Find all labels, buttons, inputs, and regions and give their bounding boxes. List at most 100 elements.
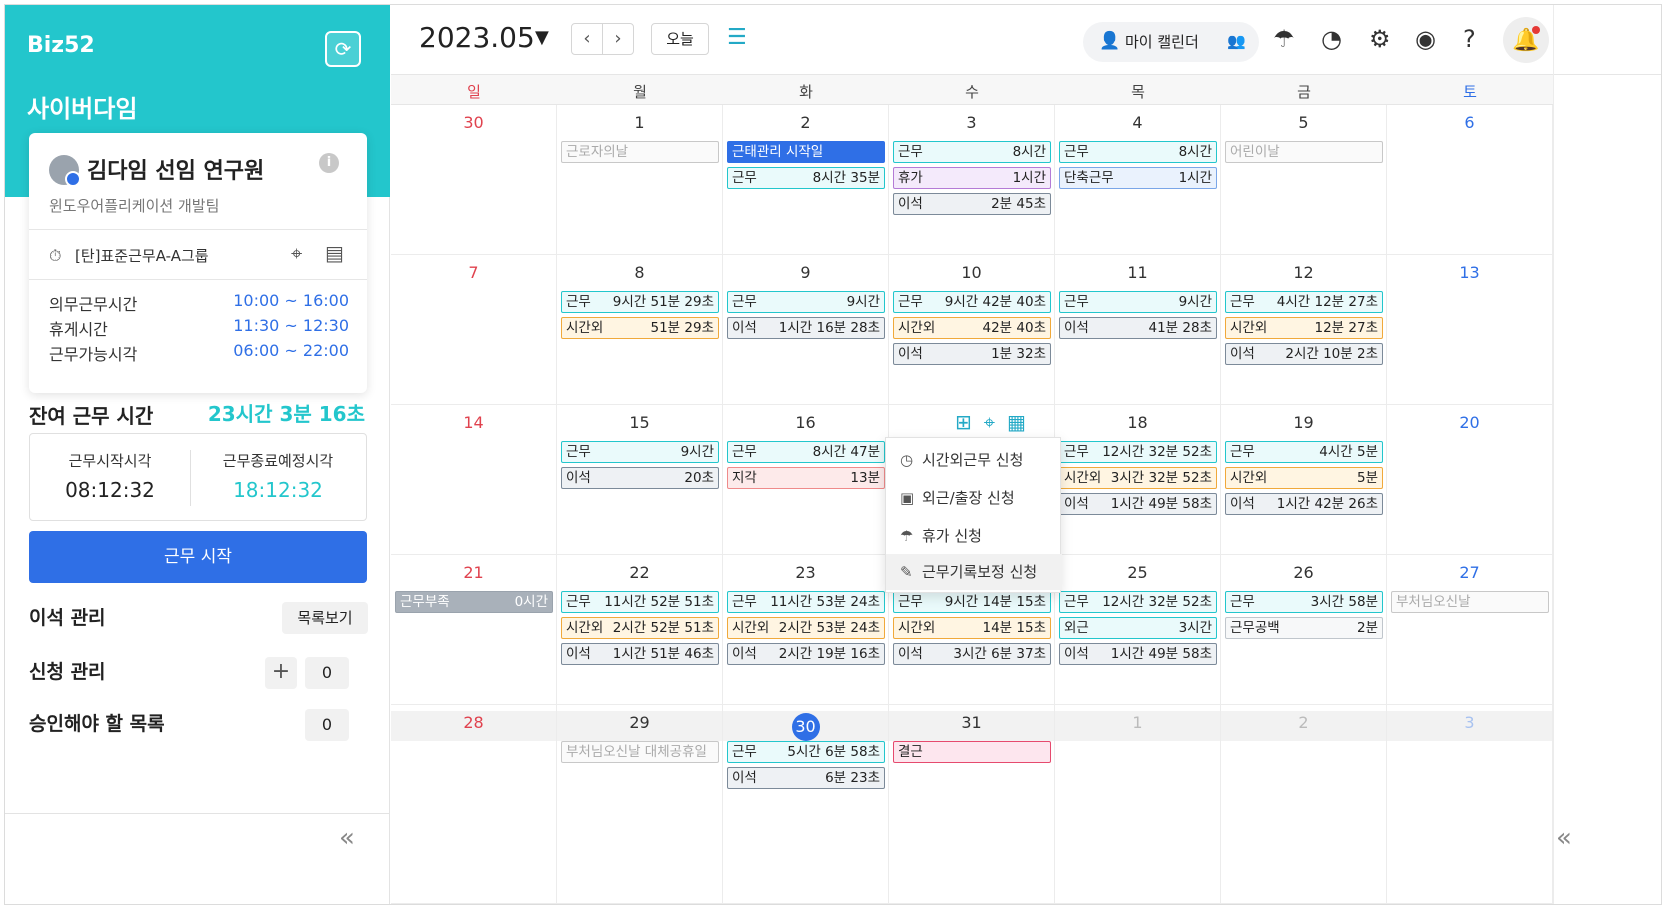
calendar-event[interactable]: 근무 9시간 51분 29초 [561,291,719,313]
calendar-event[interactable]: 시간외 2시간 53분 24초 [727,617,885,639]
calendar-event[interactable]: 이석 2시간 19분 16초 [727,643,885,665]
calendar-event[interactable]: 이석 2분 45초 [893,193,1051,215]
document-icon[interactable]: ▤ [325,241,344,265]
calendar-event[interactable]: 이석 2시간 10분 2초 [1225,343,1383,365]
calendar-event[interactable]: 어린이날 [1225,141,1383,163]
calendar-event[interactable]: 시간외 14분 15초 [893,617,1051,639]
list-view-button[interactable]: 목록보기 [282,602,368,634]
calendar-day-cell[interactable]: 22 근무 11시간 52분 51초 시간외 2시간 52분 51초 이석 1시간 51분 … [557,555,723,705]
users-icon[interactable]: 👥 [1227,32,1246,50]
calendar-event[interactable]: 근무 4시간 12분 27초 [1225,291,1383,313]
info-icon[interactable]: i [319,153,339,173]
calendar-event[interactable]: 근무 11시간 52분 51초 [561,591,719,613]
calendar-event[interactable]: 이석 1분 32초 [893,343,1051,365]
calendar-event[interactable]: 시간외 51분 29초 [561,317,719,339]
account-icon[interactable]: ◉ [1415,25,1436,53]
calendar-event[interactable]: 근무 4시간 5분 [1225,441,1383,463]
calendar-event[interactable]: 부처님오신날 [1391,591,1549,613]
calendar-event[interactable]: 근무 12시간 32분 52초 [1059,441,1217,463]
calendar-icon[interactable]: ▦ [1007,410,1026,434]
menu-item-outside-work[interactable]: ▣ 외근/출장 신청 [886,480,1062,516]
month-title[interactable]: 2023.05 [419,21,535,54]
calendar-day-cell[interactable]: 31 결근 [889,705,1055,904]
calendar-event[interactable]: 이석 1시간 49분 58초 [1059,643,1217,665]
calendar-event[interactable]: 시간외 2시간 52분 51초 [561,617,719,639]
calendar-day-cell[interactable]: 25 근무 12시간 32분 52초 외근 3시간 이석 1시간 49분 58초 [1055,555,1221,705]
calendar-day-cell[interactable]: 1 [1055,705,1221,904]
calendar-event[interactable]: 근무 9시간 [1059,291,1217,313]
calendar-event[interactable]: 이석 1시간 42분 26초 [1225,493,1383,515]
calendar-event[interactable]: 근무 9시간 [727,291,885,313]
calendar-event[interactable]: 근무공백 2분 [1225,617,1383,639]
calendar-day-cell[interactable]: 19 근무 4시간 5분 시간외 5분 이석 1시간 42분 26초 [1221,405,1387,555]
calendar-day-cell[interactable]: 26 근무 3시간 58분 근무공백 2분 [1221,555,1387,705]
calendar-event[interactable]: 시간외 12분 27초 [1225,317,1383,339]
calendar-day-cell[interactable]: 8 근무 9시간 51분 29초 시간외 51분 29초 [557,255,723,405]
refresh-button[interactable]: ⟳ [325,31,361,67]
calendar-day-cell[interactable]: 14 [391,405,557,555]
calendar-event[interactable]: 근무 8시간 [893,141,1051,163]
calendar-day-cell[interactable]: 3 [1387,705,1553,904]
calendar-event[interactable]: 이석 41분 28초 [1059,317,1217,339]
pie-chart-icon[interactable]: ◔ [1321,25,1342,53]
calendar-event[interactable]: 지각 13분 [727,467,885,489]
calendar-day-cell[interactable]: 20 [1387,405,1553,555]
calendar-event[interactable]: 근무 8시간 35분 [727,167,885,189]
location-person-icon[interactable]: ⌖ [984,410,995,434]
calendar-event[interactable]: 이석 20초 [561,467,719,489]
calendar-day-cell[interactable]: 11 근무 9시간 이석 41분 28초 [1055,255,1221,405]
add-request-button[interactable]: + [265,657,297,689]
calendar-event[interactable]: 근무 8시간 47분 [727,441,885,463]
calendar-day-cell[interactable]: 1 근로자의날 [557,105,723,255]
calendar-event[interactable]: 근무부족 0시간 [395,591,553,613]
calendar-day-cell[interactable]: 16 근무 8시간 47분 지각 13분 [723,405,889,555]
calendar-day-cell[interactable]: 30 [391,105,557,255]
calendar-event[interactable]: 단축근무 1시간 [1059,167,1217,189]
calendar-day-cell[interactable]: 18 근무 12시간 32분 52초 시간외 3시간 32분 52초 이석 1시간 49분 … [1055,405,1221,555]
calendar-day-cell[interactable]: 5 어린이날 [1221,105,1387,255]
calendar-event[interactable]: 이석 6분 23초 [727,767,885,789]
collapse-right-panel-icon[interactable]: « [1556,823,1572,853]
calendar-event[interactable]: 근무 5시간 6분 58초 [727,741,885,763]
calendar-day-cell[interactable]: 21 근무부족 0시간 [391,555,557,705]
calendar-day-cell[interactable]: 6 [1387,105,1553,255]
notification-button[interactable]: 🔔 [1503,17,1549,63]
calendar-day-cell[interactable]: 2 근태관리 시작일 근무 8시간 35분 [723,105,889,255]
calendar-day-cell[interactable]: 7 [391,255,557,405]
calendar-event[interactable]: 근무 3시간 58분 [1225,591,1383,613]
next-month-button[interactable]: › [602,23,634,55]
calendar-event[interactable]: 외근 3시간 [1059,617,1217,639]
collapse-sidebar-icon[interactable]: « [339,823,355,853]
umbrella-icon[interactable]: ☂ [1273,25,1295,53]
prev-month-button[interactable]: ‹ [571,23,603,55]
calendar-event[interactable]: 시간외 5분 [1225,467,1383,489]
help-icon[interactable]: ? [1463,25,1476,53]
calendar-day-cell[interactable]: 4 근무 8시간 단축근무 1시간 [1055,105,1221,255]
calendar-event[interactable]: 근무 8시간 [1059,141,1217,163]
calendar-event[interactable]: 결근 [893,741,1051,763]
menu-item-leave[interactable]: ☂ 휴가 신청 [886,518,1062,554]
location-icon[interactable]: ⌖ [291,241,302,265]
gear-icon[interactable]: ⚙ [1369,25,1391,53]
calendar-day-cell[interactable]: 2 [1221,705,1387,904]
calendar-day-cell[interactable]: 9 근무 9시간 이석 1시간 16분 28초 [723,255,889,405]
calendar-day-cell[interactable]: 29 부처님오신날 대체공휴일 [557,705,723,904]
calendar-event[interactable]: 근무 12시간 32분 52초 [1059,591,1217,613]
calendar-day-cell[interactable]: 12 근무 4시간 12분 27초 시간외 12분 27초 이석 2시간 10분 2초 [1221,255,1387,405]
calendar-day-cell[interactable]: 30 근무 5시간 6분 58초 이석 6분 23초 [723,705,889,904]
today-button[interactable]: 오늘 [651,23,709,55]
calendar-day-cell[interactable]: 23 근무 11시간 53분 24초 시간외 2시간 53분 24초 이석 2시간 19분 … [723,555,889,705]
calendar-event[interactable]: 근무 9시간 [561,441,719,463]
start-work-button[interactable]: 근무 시작 [29,531,367,583]
calendar-event[interactable]: 이석 1시간 49분 58초 [1059,493,1217,515]
calendar-event[interactable]: 이석 1시간 51분 46초 [561,643,719,665]
calendar-day-cell[interactable]: 3 근무 8시간 휴가 1시간 이석 2분 45초 [889,105,1055,255]
calendar-event[interactable]: 근태관리 시작일 [727,141,885,163]
calendar-event[interactable]: 휴가 1시간 [893,167,1051,189]
calendar-event[interactable]: 근무 11시간 53분 24초 [727,591,885,613]
calendar-event[interactable]: 근로자의날 [561,141,719,163]
calendar-event[interactable]: 근무 9시간 42분 40초 [893,291,1051,313]
calendar-event[interactable]: 부처님오신날 대체공휴일 [561,741,719,763]
calendar-event[interactable]: 근무 9시간 14분 15초 [893,591,1051,613]
calendar-day-cell[interactable]: 10 근무 9시간 42분 40초 시간외 42분 40초 이석 1분 32초 [889,255,1055,405]
